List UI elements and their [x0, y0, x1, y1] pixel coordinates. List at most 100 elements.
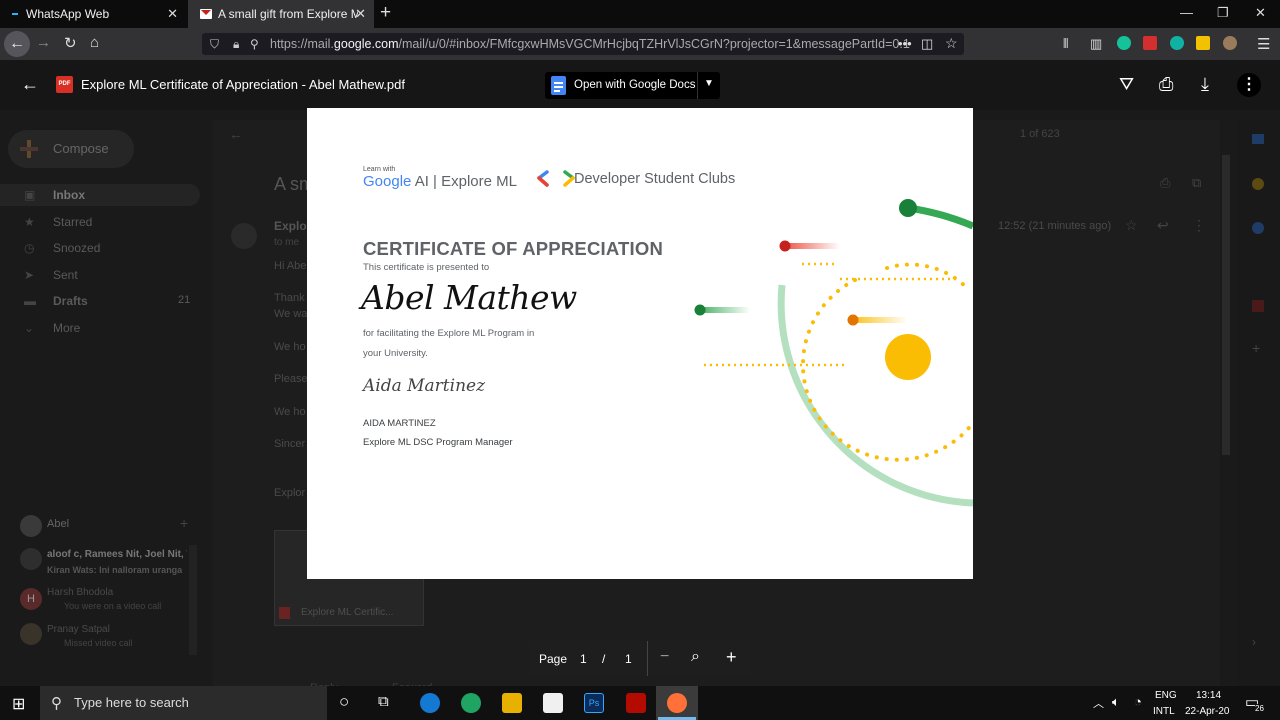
more-icon[interactable]: ⋮: [1192, 217, 1206, 234]
back-to-inbox-icon[interactable]: ←: [229, 126, 243, 142]
tab-gmail[interactable]: A small gift from Explore ML D ✕: [188, 0, 374, 28]
edge-icon[interactable]: [420, 693, 440, 713]
chevron-right-icon[interactable]: ›: [1252, 635, 1256, 649]
lock-icon[interactable]: 🔒︎: [233, 37, 239, 52]
address-bar[interactable]: https://mail.google.com/mail/u/0/#inbox/…: [202, 33, 964, 55]
more-actions-icon[interactable]: ⋮: [1237, 73, 1261, 97]
current-page[interactable]: 1: [580, 652, 587, 666]
reload-button[interactable]: ↻: [64, 34, 77, 52]
keep-icon[interactable]: [1252, 178, 1264, 190]
wifi-icon[interactable]: ◔: [1134, 694, 1142, 709]
close-tab-icon[interactable]: ✕: [355, 6, 366, 22]
url-domain: google.com: [333, 37, 399, 51]
bookmark-star-icon[interactable]: ☆: [945, 35, 958, 52]
add-addon-icon[interactable]: +: [1252, 340, 1260, 356]
email-body-line: Hi Abe: [274, 260, 307, 272]
extension-teal-icon[interactable]: [1170, 36, 1184, 50]
photoshop-icon[interactable]: Ps: [584, 693, 604, 713]
avatar[interactable]: [20, 515, 42, 537]
tab-label: A small gift from Explore ML D: [218, 7, 358, 21]
sidebar-icon[interactable]: ▥: [1090, 36, 1102, 52]
download-icon[interactable]: ⤓: [1201, 74, 1209, 95]
profile-avatar[interactable]: [1223, 36, 1237, 50]
page-actions-button[interactable]: •••: [898, 36, 912, 51]
grammarly-extension-icon[interactable]: [1117, 36, 1131, 50]
mail-scrollbar[interactable]: [1222, 155, 1230, 455]
pdf-file-icon: PDF: [56, 76, 73, 93]
signer-name: AIDA MARTINEZ: [363, 418, 436, 429]
forward-button[interactable]: →: [36, 34, 51, 51]
print-icon[interactable]: ⎙: [1160, 175, 1170, 191]
chat-name[interactable]: Pranay Satpal: [47, 624, 110, 635]
addon-icon[interactable]: [1252, 300, 1264, 312]
zoom-out-icon[interactable]: −: [660, 648, 669, 666]
dsc-wordmark: Developer Student Clubs: [574, 171, 736, 187]
windows-start-icon[interactable]: ⊞: [12, 694, 25, 714]
nav-inbox[interactable]: Inbox: [53, 188, 85, 202]
plus-icon: [20, 140, 38, 158]
tray-chevron-icon[interactable]: ︿: [1093, 695, 1104, 711]
reason-line-2: your University.: [363, 348, 428, 359]
open-with-dropdown-icon[interactable]: ▼: [704, 78, 714, 89]
page-controls: Page 1 / 1 − ⌕ +: [529, 641, 750, 676]
taskbar-search-box[interactable]: Type here to search: [40, 686, 327, 720]
open-with-label: Open with Google Docs: [574, 79, 696, 91]
calendar-icon[interactable]: [1252, 134, 1264, 144]
browser-tab-strip: WhatsApp Web ✕ A small gift from Explore…: [0, 0, 1280, 28]
library-icon[interactable]: ⫴: [1063, 36, 1068, 52]
zoom-in-icon[interactable]: +: [726, 647, 737, 668]
firefox-icon: [667, 693, 687, 713]
hangouts-user[interactable]: Abel: [47, 518, 69, 530]
store-icon[interactable]: [543, 693, 563, 713]
acrobat-icon[interactable]: [626, 693, 646, 713]
pdf-page: Learn with Google AI | Explore ML Develo…: [307, 108, 973, 579]
shield-icon[interactable]: ⛉: [210, 37, 219, 52]
star-icon[interactable]: ☆: [1125, 217, 1138, 234]
menu-icon[interactable]: ☰: [1257, 35, 1270, 53]
close-viewer-back-icon[interactable]: ←: [21, 74, 39, 95]
open-with-google-docs-button[interactable]: Open with Google Docs ▼: [545, 72, 720, 99]
task-view-icon[interactable]: ⧉: [378, 693, 389, 710]
print-icon[interactable]: ⎙: [1159, 74, 1173, 95]
nav-drafts[interactable]: Drafts: [53, 294, 88, 308]
extension-yellow-icon[interactable]: [1196, 36, 1210, 50]
reason-line-1: for facilitating the Explore ML Program …: [363, 328, 535, 339]
open-new-window-icon[interactable]: ⧉: [1192, 175, 1201, 191]
extension-red-icon[interactable]: [1143, 36, 1157, 50]
nav-starred[interactable]: Starred: [53, 215, 92, 229]
zoom-icon[interactable]: ⌕: [691, 648, 700, 666]
nav-snoozed[interactable]: Snoozed: [53, 241, 100, 255]
presented-to-label: This certificate is presented to: [363, 262, 490, 273]
tasks-icon[interactable]: [1252, 222, 1264, 234]
nav-sent[interactable]: Sent: [53, 268, 78, 282]
back-button[interactable]: ←: [4, 31, 30, 57]
file-explorer-icon[interactable]: [502, 693, 522, 713]
search-icon: ⚲: [51, 695, 62, 712]
tab-whatsapp[interactable]: WhatsApp Web ✕: [0, 0, 186, 28]
restore-window-button[interactable]: ❐: [1217, 5, 1229, 21]
reply-icon[interactable]: ↩: [1157, 217, 1169, 234]
volume-icon[interactable]: 🔈︎: [1112, 694, 1120, 710]
clock-time[interactable]: 13:14: [1196, 690, 1221, 701]
maps-app-icon[interactable]: [461, 693, 481, 713]
language-line-1[interactable]: ENG: [1155, 690, 1177, 701]
minimize-window-button[interactable]: —: [1180, 5, 1193, 20]
permissions-icon[interactable]: ⚲: [250, 37, 259, 51]
home-button[interactable]: ⌂: [90, 34, 99, 51]
cortana-icon[interactable]: ○: [339, 692, 349, 712]
new-chat-icon[interactable]: +: [180, 515, 188, 531]
chat-name[interactable]: aloof c, Ramees Nit, Joel Nit, Th: [47, 549, 187, 560]
chat-name[interactable]: Harsh Bhodola: [47, 587, 113, 598]
pdf-icon: [279, 607, 290, 619]
pocket-icon[interactable]: ◫: [921, 36, 933, 52]
firefox-taskbar-button[interactable]: [656, 686, 698, 720]
clock-date[interactable]: 22-Apr-20: [1185, 706, 1229, 717]
close-tab-icon[interactable]: ✕: [167, 6, 178, 22]
add-to-drive-icon[interactable]: ⛛: [1119, 74, 1134, 95]
language-line-2[interactable]: INTL: [1153, 706, 1175, 717]
chat-scrollbar[interactable]: [189, 545, 197, 655]
nav-more[interactable]: More: [53, 321, 80, 335]
new-tab-button[interactable]: +: [380, 2, 391, 24]
email-body-line: Please: [274, 373, 308, 385]
close-window-button[interactable]: ✕: [1255, 5, 1266, 21]
